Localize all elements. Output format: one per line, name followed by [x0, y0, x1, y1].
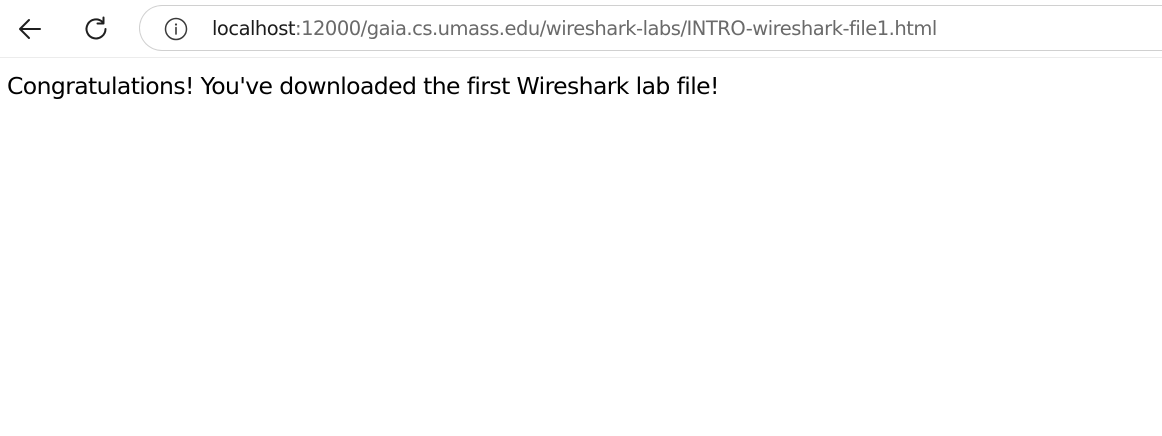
reload-button[interactable] — [77, 10, 115, 48]
address-bar[interactable]: localhost:12000/gaia.cs.umass.edu/wiresh… — [139, 5, 1162, 51]
browser-toolbar: localhost:12000/gaia.cs.umass.edu/wiresh… — [0, 0, 1162, 58]
back-button[interactable] — [11, 10, 49, 48]
info-circle-icon[interactable] — [164, 17, 188, 41]
arrow-left-icon — [19, 19, 41, 39]
url-text[interactable]: localhost:12000/gaia.cs.umass.edu/wiresh… — [212, 16, 937, 42]
reload-icon — [85, 16, 107, 40]
url-path: :12000/gaia.cs.umass.edu/wireshark-labs/… — [295, 17, 937, 40]
page-message: Congratulations! You've downloaded the f… — [7, 72, 719, 100]
url-host: localhost — [212, 17, 296, 40]
